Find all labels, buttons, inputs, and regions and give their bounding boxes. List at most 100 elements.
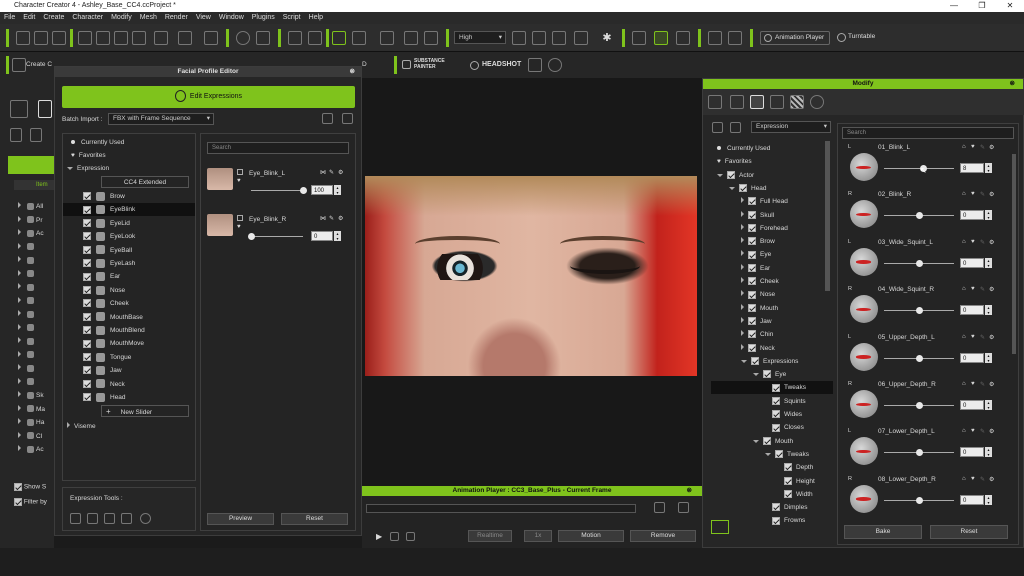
menu-6[interactable]: Render: [161, 12, 192, 24]
remove-button[interactable]: Remove: [630, 530, 696, 542]
tree-checkbox[interactable]: [748, 330, 756, 339]
slider-knob[interactable]: [916, 307, 923, 315]
filter-icon[interactable]: [30, 128, 42, 142]
speed-dropdown[interactable]: 1x: [524, 530, 552, 542]
slider-knob[interactable]: [248, 233, 255, 240]
expression-category-eyelash[interactable]: EyeLash: [63, 257, 195, 270]
create-icon[interactable]: [12, 58, 26, 72]
category-checkbox[interactable]: [83, 326, 91, 335]
expand-arrow-icon[interactable]: [18, 350, 21, 357]
tree-checkbox[interactable]: [784, 490, 792, 499]
send-icon[interactable]: [132, 31, 146, 45]
expression-category-jaw[interactable]: Jaw: [63, 364, 195, 377]
show-checkbox-row[interactable]: Show S: [14, 483, 46, 491]
spin-arrows-icon[interactable]: ▴ ▾: [985, 210, 992, 221]
modify-tree-item[interactable]: Forehead: [711, 222, 833, 235]
import-icon[interactable]: [322, 113, 333, 124]
export-icon[interactable]: [96, 31, 110, 45]
expand-arrow-icon[interactable]: [741, 343, 744, 350]
expression-group[interactable]: Expression: [67, 162, 109, 175]
edit-icon[interactable]: ✎: [980, 239, 985, 246]
viseme-group[interactable]: Viseme: [67, 420, 96, 433]
slider-value-input[interactable]: 0: [960, 257, 984, 268]
expand-arrow-icon[interactable]: [741, 210, 744, 217]
scene-tree-row[interactable]: [18, 254, 54, 267]
reset-transform-icon[interactable]: [424, 31, 438, 45]
expand-arrow-icon[interactable]: [741, 290, 744, 297]
scene-tree-row[interactable]: [18, 322, 54, 335]
category-checkbox[interactable]: [83, 205, 91, 214]
globe-icon[interactable]: [548, 58, 562, 72]
scene-tree-row[interactable]: [18, 241, 54, 254]
filter-checkbox-row[interactable]: Filter by: [14, 498, 47, 506]
figure-icon[interactable]: [10, 128, 22, 142]
modify-tree-item[interactable]: Brow: [711, 235, 833, 248]
settings-icon[interactable]: ⚙: [989, 191, 994, 198]
export-fbx-icon[interactable]: [114, 31, 128, 45]
scene-tree-row[interactable]: [18, 281, 54, 294]
expand-arrow-icon[interactable]: [18, 364, 21, 370]
expand-arrow-icon[interactable]: [18, 445, 21, 451]
expand-arrow-icon[interactable]: [741, 277, 744, 283]
modify-tree-item[interactable]: Expressions: [711, 355, 833, 368]
slider-value-input[interactable]: 0: [960, 352, 984, 363]
scale-icon[interactable]: [404, 31, 418, 45]
expand-arrow-icon[interactable]: [741, 263, 744, 270]
category-checkbox[interactable]: [83, 259, 91, 268]
collapse-arrow-icon[interactable]: [729, 186, 735, 190]
expand-arrow-icon[interactable]: [18, 296, 21, 303]
refresh-icon[interactable]: [140, 513, 151, 524]
realtime-dropdown[interactable]: Realtime: [468, 530, 512, 542]
mesh-icon[interactable]: [676, 31, 690, 45]
plugin-icon[interactable]: [528, 58, 542, 72]
category-checkbox[interactable]: [83, 245, 91, 254]
loop-icon[interactable]: [406, 532, 415, 541]
slider-value-input[interactable]: 0: [960, 210, 984, 221]
heart-icon[interactable]: ♥: [971, 144, 975, 150]
smart-search-icon[interactable]: [236, 31, 250, 45]
scene-tree-row[interactable]: All: [18, 200, 54, 213]
modify-tree-item[interactable]: Mouth: [711, 302, 833, 315]
fit-icon[interactable]: [512, 31, 526, 45]
select-box-icon[interactable]: [237, 215, 243, 221]
panel-close-icon[interactable]: ⊗: [1010, 79, 1015, 89]
category-checkbox[interactable]: [83, 353, 91, 362]
edit-icon[interactable]: ✎: [980, 334, 985, 341]
slider-knob[interactable]: [300, 187, 307, 194]
expand-arrow-icon[interactable]: [67, 422, 70, 429]
expand-arrow-icon[interactable]: [18, 283, 21, 289]
menu-10[interactable]: Script: [279, 12, 305, 24]
slider-track[interactable]: [251, 190, 303, 191]
play-button[interactable]: ▶: [376, 532, 382, 541]
add-icon[interactable]: [712, 122, 723, 133]
tree-checkbox[interactable]: [763, 436, 771, 445]
expression-category-mouthblend[interactable]: MouthBlend: [63, 324, 195, 337]
modify-tree-item[interactable]: Jaw: [711, 315, 833, 328]
menu-5[interactable]: Mesh: [136, 12, 161, 24]
modify-tree-item[interactable]: Skull: [711, 209, 833, 222]
tree-checkbox[interactable]: [748, 210, 756, 219]
scene-tree-row[interactable]: Ha: [18, 416, 54, 429]
slider-value-input[interactable]: 0: [960, 305, 984, 316]
scene-tab[interactable]: [8, 156, 54, 174]
edit-icon[interactable]: ✎: [329, 215, 334, 222]
frame-icon[interactable]: [552, 31, 566, 45]
modify-reset-button[interactable]: Reset: [930, 525, 1008, 539]
expression-category-ear[interactable]: Ear: [63, 270, 195, 283]
tree-checkbox[interactable]: [748, 250, 756, 259]
expand-arrow-icon[interactable]: [741, 223, 744, 230]
tree-checkbox[interactable]: [748, 343, 756, 352]
pick-icon[interactable]: [632, 31, 646, 45]
panel-close-icon[interactable]: ⊗: [350, 67, 355, 77]
new-icon[interactable]: [16, 31, 30, 45]
scene-tree-row[interactable]: Ma: [18, 403, 54, 416]
expand-arrow-icon[interactable]: [741, 303, 744, 310]
category-checkbox[interactable]: [83, 272, 91, 281]
expand-arrow-icon[interactable]: [741, 316, 744, 323]
modify-tree-item[interactable]: Head: [711, 182, 833, 195]
expression-category-eyeball[interactable]: EyeBall: [63, 244, 195, 257]
expand-arrow-icon[interactable]: [18, 323, 21, 330]
spin-arrows-icon[interactable]: ▴ ▾: [985, 163, 992, 173]
menu-0[interactable]: File: [0, 12, 19, 24]
modify-tree-item[interactable]: Frowns: [711, 514, 833, 527]
